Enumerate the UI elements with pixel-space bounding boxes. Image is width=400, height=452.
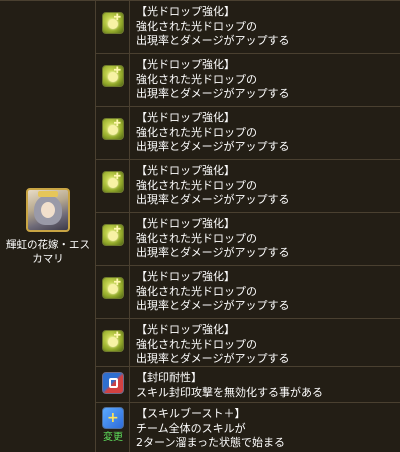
- character-block: 輝虹の花嫁・エスカマリ: [0, 188, 96, 266]
- change-label: 変更: [103, 432, 123, 443]
- awakening-title: 【光ドロップ強化】: [136, 270, 235, 283]
- awakening-desc-line: チーム全体のスキルが: [136, 421, 246, 435]
- light-drop-enhance-icon[interactable]: ✚: [102, 171, 124, 193]
- awakening-row: 【封印耐性】 スキル封印攻撃を無効化する事がある: [96, 367, 400, 403]
- awakening-icon-cell: + 変更: [96, 403, 130, 452]
- awakening-table: 輝虹の花嫁・エスカマリ ✚ 【光ドロップ強化】 強化された光ドロップの 出現率と…: [0, 0, 400, 452]
- awakening-description: 【光ドロップ強化】 強化された光ドロップの 出現率とダメージがアップする: [136, 5, 396, 49]
- awakening-description: 【スキルブースト＋】 チーム全体のスキルが 2ターン溜まった状態で始まる: [136, 407, 396, 451]
- awakening-desc-line: 出現率とダメージがアップする: [136, 140, 290, 153]
- awakening-title: 【光ドロップ強化】: [136, 5, 235, 18]
- light-drop-enhance-icon[interactable]: ✚: [102, 65, 124, 87]
- awakening-icon-cell: ✚: [96, 160, 130, 212]
- awakening-description: 【光ドロップ強化】 強化された光ドロップの 出現率とダメージがアップする: [136, 58, 396, 102]
- awakening-desc-line: 出現率とダメージがアップする: [136, 246, 290, 259]
- awakening-title: 【光ドロップ強化】: [136, 58, 235, 71]
- awakening-row: ✚ 【光ドロップ強化】 強化された光ドロップの 出現率とダメージがアップする: [96, 266, 400, 319]
- awakening-row: + 変更 【スキルブースト＋】 チーム全体のスキルが 2ターン溜まった状態で始ま…: [96, 403, 400, 452]
- awakening-desc-line: 強化された光ドロップの: [136, 231, 257, 245]
- awakening-icon-cell: [96, 367, 130, 402]
- awakening-desc-line: 出現率とダメージがアップする: [136, 299, 290, 312]
- awakening-desc-line: 2ターン溜まった状態で始まる: [136, 436, 286, 449]
- awakening-icon-cell: ✚: [96, 213, 130, 265]
- awakening-row: ✚ 【光ドロップ強化】 強化された光ドロップの 出現率とダメージがアップする: [96, 107, 400, 160]
- awakening-title: 【光ドロップ強化】: [136, 217, 235, 230]
- awakening-desc-line: 強化された光ドロップの: [136, 19, 257, 33]
- awakening-desc-line: スキル封印攻撃を無効化する事がある: [136, 385, 323, 399]
- awakening-title: 【スキルブースト＋】: [136, 407, 246, 420]
- awakening-desc-line: 出現率とダメージがアップする: [136, 87, 290, 100]
- awakening-description: 【光ドロップ強化】 強化された光ドロップの 出現率とダメージがアップする: [136, 111, 396, 155]
- light-drop-enhance-icon[interactable]: ✚: [102, 118, 124, 140]
- skill-boost-plus-icon[interactable]: +: [102, 407, 124, 429]
- awakening-icon-cell: ✚: [96, 266, 130, 318]
- awakening-description: 【光ドロップ強化】 強化された光ドロップの 出現率とダメージがアップする: [136, 217, 396, 261]
- awakening-title: 【封印耐性】: [136, 371, 202, 384]
- awakening-title: 【光ドロップ強化】: [136, 111, 235, 124]
- awakening-desc-line: 強化された光ドロップの: [136, 125, 257, 139]
- character-name: 輝虹の花嫁・エスカマリ: [6, 239, 90, 265]
- awakening-desc-line: 強化された光ドロップの: [136, 178, 257, 192]
- light-drop-enhance-icon[interactable]: ✚: [102, 12, 124, 34]
- awakening-icon-cell: ✚: [96, 54, 130, 106]
- character-portrait[interactable]: [26, 188, 70, 232]
- awakening-icon-cell: ✚: [96, 107, 130, 159]
- awakening-title: 【光ドロップ強化】: [136, 323, 235, 336]
- awakening-row: ✚ 【光ドロップ強化】 強化された光ドロップの 出現率とダメージがアップする: [96, 160, 400, 213]
- awakening-description: 【封印耐性】 スキル封印攻撃を無効化する事がある: [136, 371, 396, 400]
- awakening-icon-cell: ✚: [96, 319, 130, 366]
- light-drop-enhance-icon[interactable]: ✚: [102, 224, 124, 246]
- skill-bind-resist-icon[interactable]: [102, 372, 124, 394]
- awakening-row: ✚ 【光ドロップ強化】 強化された光ドロップの 出現率とダメージがアップする: [96, 319, 400, 367]
- awakening-row: ✚ 【光ドロップ強化】 強化された光ドロップの 出現率とダメージがアップする: [96, 213, 400, 266]
- awakening-desc-line: 出現率とダメージがアップする: [136, 193, 290, 206]
- awakening-desc-line: 強化された光ドロップの: [136, 337, 257, 351]
- awakening-desc-line: 出現率とダメージがアップする: [136, 34, 290, 47]
- awakening-desc-line: 出現率とダメージがアップする: [136, 352, 290, 365]
- awakening-description: 【光ドロップ強化】 強化された光ドロップの 出現率とダメージがアップする: [136, 164, 396, 208]
- character-column: 輝虹の花嫁・エスカマリ: [0, 1, 96, 452]
- awakening-description: 【光ドロップ強化】 強化された光ドロップの 出現率とダメージがアップする: [136, 323, 396, 367]
- awakening-icon-cell: ✚: [96, 1, 130, 53]
- awakening-desc-line: 強化された光ドロップの: [136, 72, 257, 86]
- awakening-row: ✚ 【光ドロップ強化】 強化された光ドロップの 出現率とダメージがアップする: [96, 54, 400, 107]
- awakening-desc-line: 強化された光ドロップの: [136, 284, 257, 298]
- light-drop-enhance-icon[interactable]: ✚: [102, 277, 124, 299]
- awakening-title: 【光ドロップ強化】: [136, 164, 235, 177]
- awakening-row: ✚ 【光ドロップ強化】 強化された光ドロップの 出現率とダメージがアップする: [96, 1, 400, 54]
- awakening-description: 【光ドロップ強化】 強化された光ドロップの 出現率とダメージがアップする: [136, 270, 396, 314]
- light-drop-enhance-icon[interactable]: ✚: [102, 330, 124, 352]
